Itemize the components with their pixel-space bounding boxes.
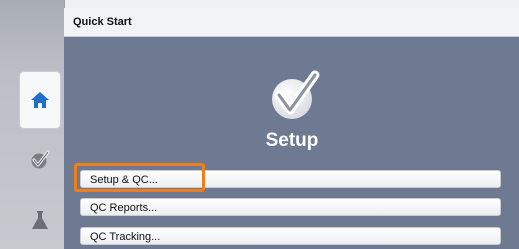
quick-start-panel: Quick Start Setup Setup & QC... QC Repor… bbox=[64, 8, 519, 249]
flask-icon bbox=[32, 211, 48, 229]
home-icon bbox=[31, 92, 49, 108]
highlight-box bbox=[74, 163, 205, 192]
qc-tracking-button[interactable]: QC Tracking... bbox=[80, 227, 501, 245]
setup-title: Setup bbox=[265, 130, 319, 151]
qc-reports-button[interactable]: QC Reports... bbox=[80, 198, 501, 216]
sidebar bbox=[0, 0, 65, 249]
sidebar-item-check[interactable] bbox=[18, 142, 62, 178]
sidebar-item-home[interactable] bbox=[20, 72, 60, 128]
panel-title: Quick Start bbox=[73, 16, 132, 28]
panel-header: Quick Start bbox=[64, 8, 519, 37]
setup-check-icon bbox=[272, 70, 320, 119]
check-shield-icon bbox=[31, 150, 50, 169]
sidebar-item-flask[interactable] bbox=[18, 200, 62, 240]
